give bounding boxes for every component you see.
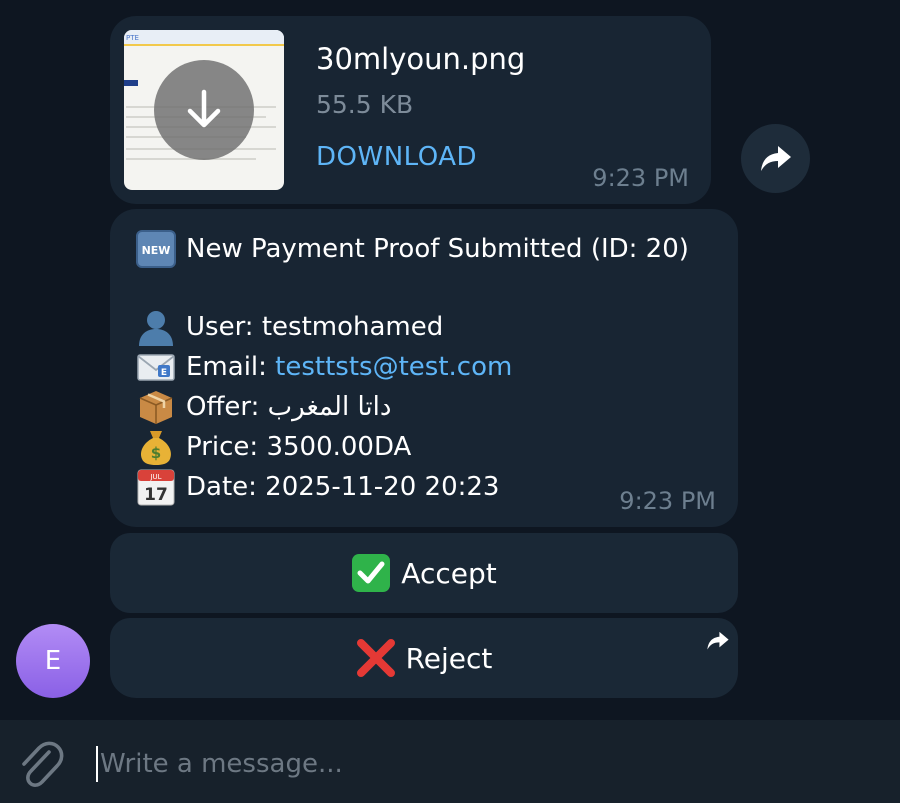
message-composer — [0, 720, 900, 803]
reject-button[interactable]: Reject — [110, 618, 738, 698]
money-bag-icon: $ — [136, 427, 176, 467]
svg-text:E: E — [161, 368, 167, 378]
message-time: 9:23 PM — [592, 164, 689, 192]
svg-text:$: $ — [151, 444, 161, 462]
new-badge-icon: NEW — [136, 229, 176, 269]
file-thumbnail[interactable]: PTE — [124, 30, 284, 190]
chat-area: PTE 30mlyoun.png 55.5 KB DOWNLOAD 9:23 P… — [0, 0, 900, 720]
thumbnail-strip — [124, 80, 138, 86]
download-link[interactable]: DOWNLOAD — [316, 142, 477, 172]
price-line: $ Price: 3500.00DA — [136, 427, 411, 467]
text-caret — [96, 746, 98, 782]
email-link[interactable]: testtsts@test.com — [275, 352, 512, 382]
file-message-bubble[interactable]: PTE 30mlyoun.png 55.5 KB DOWNLOAD 9:23 P… — [110, 16, 711, 204]
envelope-icon: E — [136, 347, 176, 387]
thumbnail-text: PTE — [126, 34, 139, 42]
message-title: New Payment Proof Submitted (ID: 20) — [186, 234, 689, 264]
share-arrow-icon — [706, 626, 730, 659]
share-arrow-icon — [760, 145, 791, 171]
download-button[interactable] — [154, 60, 254, 160]
forward-button[interactable] — [741, 124, 810, 193]
package-icon — [136, 387, 176, 427]
svg-text:NEW: NEW — [142, 244, 171, 257]
check-mark-button-icon — [351, 553, 391, 593]
user-line: User: testmohamed — [136, 307, 443, 347]
date-text: Date: 2025-11-20 20:23 — [186, 472, 500, 502]
file-name: 30mlyoun.png — [316, 42, 526, 76]
paperclip-icon — [22, 741, 64, 787]
accept-button[interactable]: Accept — [110, 533, 738, 613]
arrow-down-icon — [187, 89, 221, 128]
svg-text:JUL: JUL — [149, 473, 161, 481]
offer-line: Offer: داتا المغرب — [136, 387, 391, 427]
user-text: User: testmohamed — [186, 312, 444, 342]
bust-silhouette-icon — [136, 307, 176, 347]
sender-avatar[interactable]: E — [16, 624, 90, 698]
accept-label: Accept — [401, 556, 497, 590]
price-text: Price: 3500.00DA — [186, 432, 412, 462]
reject-label: Reject — [405, 641, 493, 675]
message-title-line: NEW New Payment Proof Submitted (ID: 20) — [136, 229, 689, 269]
cross-mark-icon — [356, 638, 396, 678]
message-input-area[interactable] — [96, 742, 876, 786]
email-label: Email: — [186, 352, 276, 382]
message-time: 9:23 PM — [619, 487, 716, 515]
offer-text: Offer: داتا المغرب — [186, 392, 392, 422]
email-line: E Email: testtsts@test.com — [136, 347, 512, 387]
svg-text:17: 17 — [144, 485, 168, 505]
calendar-icon: JUL 17 — [136, 467, 176, 507]
attach-button[interactable] — [16, 738, 64, 790]
date-line: JUL 17 Date: 2025-11-20 20:23 — [136, 467, 499, 507]
thumbnail-header — [124, 30, 284, 46]
file-size: 55.5 KB — [316, 90, 414, 119]
message-input[interactable] — [100, 742, 870, 786]
payment-message-bubble[interactable]: NEW New Payment Proof Submitted (ID: 20)… — [110, 209, 738, 527]
